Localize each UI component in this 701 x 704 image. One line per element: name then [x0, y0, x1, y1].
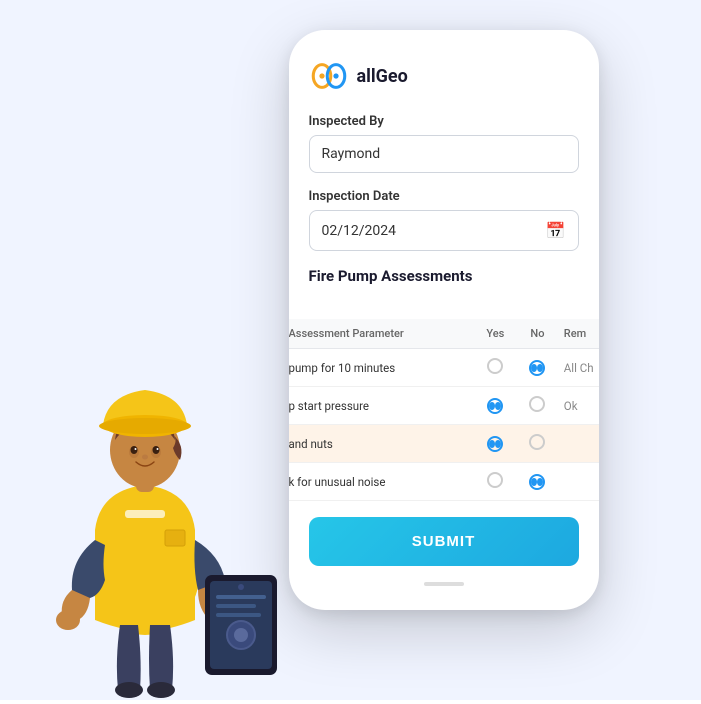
phone-mockup: allGeo Inspected By Raymond Inspection D…	[289, 30, 599, 610]
allgeo-logo-icon	[309, 62, 349, 90]
table-row-yes-2[interactable]	[474, 425, 517, 463]
inspection-date-input[interactable]: 02/12/2024 📅	[309, 210, 579, 251]
table-row-remarks-0: All Ch	[558, 349, 599, 387]
inspected-by-value: Raymond	[322, 146, 381, 162]
col-header-no: No	[517, 319, 558, 349]
table-row-yes-0[interactable]	[474, 349, 517, 387]
table-row-no-2[interactable]	[517, 425, 558, 463]
table-row-no-3[interactable]	[517, 463, 558, 501]
assessment-table: Assessment Parameter Yes No Rem pump for…	[289, 319, 599, 501]
phone-home-indicator	[424, 582, 464, 586]
submit-button[interactable]: SUBMIT	[309, 517, 579, 566]
table-row-yes-1[interactable]	[474, 387, 517, 425]
inspection-date-value: 02/12/2024	[322, 223, 397, 239]
table-row-parameter-1: p start pressure	[289, 387, 474, 425]
table-row-parameter-2: and nuts	[289, 425, 474, 463]
col-header-yes: Yes	[474, 319, 517, 349]
calendar-icon: 📅	[546, 221, 566, 240]
background-scene: allGeo Inspected By Raymond Inspection D…	[0, 0, 701, 700]
table-row-remarks-1: Ok	[558, 387, 599, 425]
table-row-parameter-0: pump for 10 minutes	[289, 349, 474, 387]
col-header-parameter: Assessment Parameter	[289, 319, 474, 349]
inspection-date-label: Inspection Date	[309, 189, 579, 204]
table-row-no-1[interactable]	[517, 387, 558, 425]
inspected-by-input[interactable]: Raymond	[309, 135, 579, 173]
col-header-remarks: Rem	[558, 319, 599, 349]
table-row-remarks-3	[558, 463, 599, 501]
table-row-parameter-3: k for unusual noise	[289, 463, 474, 501]
inspected-by-label: Inspected By	[309, 114, 579, 129]
table-row-remarks-2	[558, 425, 599, 463]
logo-area: allGeo	[309, 62, 579, 90]
table-row-no-0[interactable]	[517, 349, 558, 387]
worker-illustration	[10, 200, 280, 700]
section-title: Fire Pump Assessments	[309, 267, 579, 285]
logo-text: allGeo	[357, 66, 408, 87]
table-row-yes-3[interactable]	[474, 463, 517, 501]
